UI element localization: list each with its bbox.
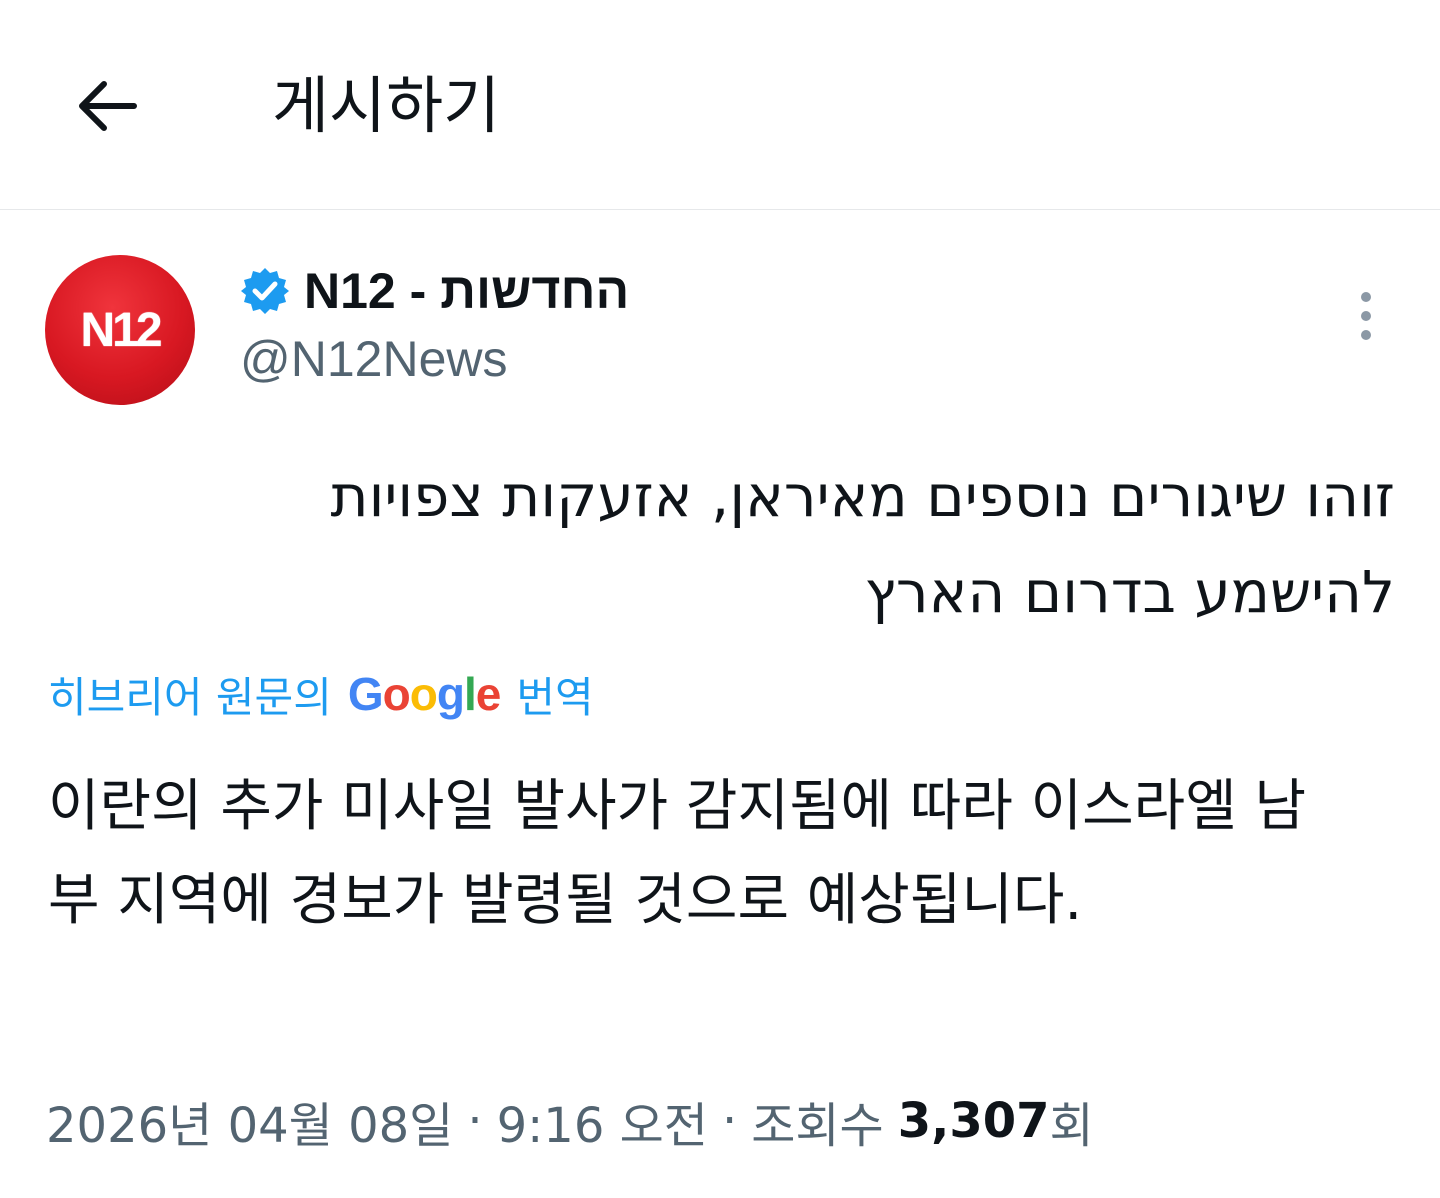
author-display-name[interactable]: החדשות - N12 xyxy=(304,262,629,320)
author-name-row: החדשות - N12 xyxy=(240,258,629,324)
verified-badge-icon[interactable] xyxy=(240,266,290,316)
post-text: זוהו שיגורים נוספים מאיראן, אזעקות צפויו… xyxy=(330,462,1395,626)
post-time[interactable]: 9:16 오전 xyxy=(497,1086,708,1156)
translate-suffix: 번역 xyxy=(516,672,594,722)
views-count[interactable]: 3,307 xyxy=(898,1093,1050,1149)
page-title: 게시하기 xyxy=(272,69,501,142)
views-label: 조회수 xyxy=(751,1098,884,1154)
meta-separator: · xyxy=(721,1093,738,1149)
translated-post-text: 이란의 추가 미사일 발사가 감지됨에 따라 이스라엘 남부 지역에 경보가 발… xyxy=(48,774,1307,933)
arrow-left-icon xyxy=(79,81,137,131)
post-date: 2026년 04월 08일 xyxy=(46,1098,454,1154)
views-suffix: 회 xyxy=(1049,1098,1094,1154)
google-logo: Google xyxy=(347,668,501,720)
post-metadata: 2026년 04월 08일 · 9:16 오전 · 조회수 3,307 회 xyxy=(46,1086,1094,1156)
meta-separator: · xyxy=(467,1093,483,1149)
back-button[interactable] xyxy=(62,62,150,150)
top-app-bar: 게시하기 xyxy=(0,0,1440,210)
more-vertical-icon xyxy=(1361,292,1371,302)
avatar[interactable]: N12 xyxy=(45,255,195,405)
author-handle[interactable]: @N12News xyxy=(240,330,508,388)
more-options-button[interactable] xyxy=(1338,286,1394,346)
translate-link[interactable]: 히브리어 원문의 Google 번역 xyxy=(48,664,594,724)
avatar-logo-text: N12 xyxy=(80,303,162,357)
translate-prefix: 히브리어 원문의 xyxy=(48,672,332,722)
